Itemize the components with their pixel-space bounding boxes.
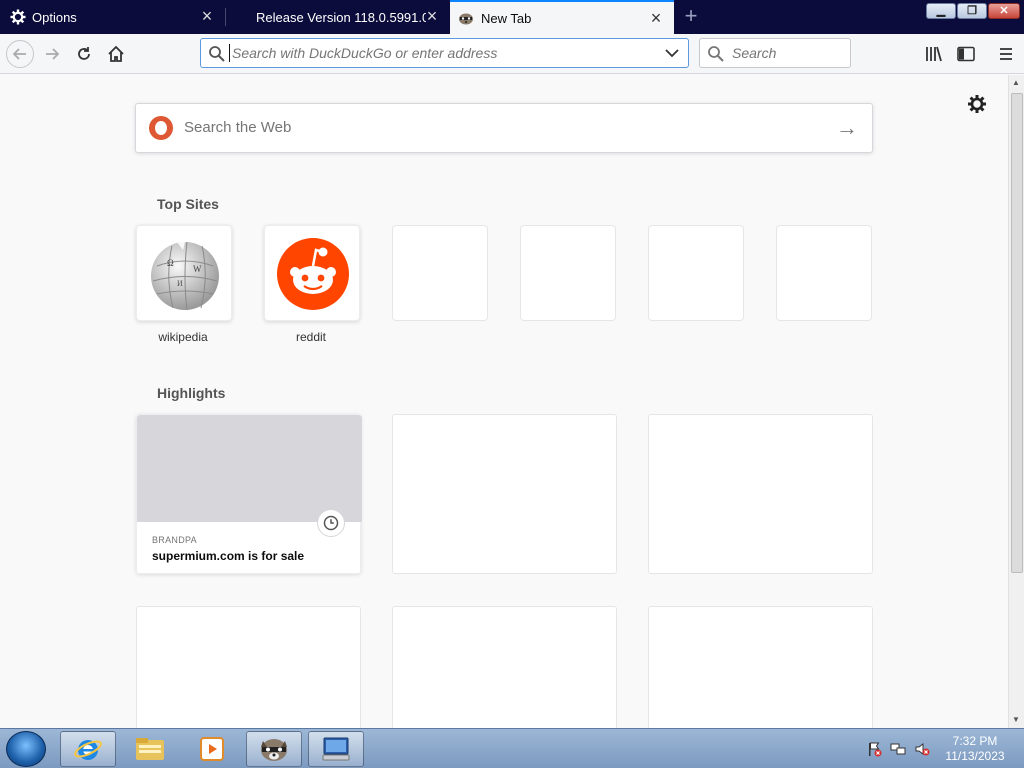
top-site-reddit[interactable] [264, 225, 360, 321]
tab-title: Options [32, 9, 77, 25]
search-bar[interactable] [699, 38, 851, 68]
highlight-card-empty [136, 606, 361, 728]
highlight-card-empty [648, 606, 873, 728]
clock-icon [317, 509, 345, 537]
reddit-icon [277, 238, 349, 310]
folder-icon [136, 738, 164, 760]
clock-time: 7:32 PM [952, 734, 998, 748]
gear-icon[interactable] [966, 93, 988, 115]
taskbar-remote-desktop[interactable] [308, 731, 364, 767]
address-bar[interactable] [200, 38, 689, 68]
tab-options[interactable]: Options × [0, 0, 225, 34]
top-site-wikipedia[interactable]: Ω W И [136, 225, 232, 321]
reload-button[interactable] [70, 40, 98, 68]
highlights-heading: Highlights [157, 385, 226, 401]
start-button[interactable] [6, 731, 46, 767]
search-input[interactable] [730, 44, 840, 62]
top-sites-heading: Top Sites [157, 196, 219, 212]
library-icon [926, 46, 942, 62]
tab-title: New Tab [481, 10, 532, 26]
sidebar-button[interactable] [952, 40, 980, 68]
top-site-empty [520, 225, 616, 321]
highlight-preview-image [137, 415, 362, 522]
search-icon [209, 46, 225, 62]
navigation-toolbar [0, 34, 1024, 74]
clock-date: 11/13/2023 [945, 749, 1005, 763]
home-button[interactable] [102, 40, 130, 68]
sidebar-icon [957, 46, 975, 62]
gear-icon [10, 9, 26, 25]
vertical-scrollbar[interactable]: ▲ ▼ [1008, 75, 1024, 728]
highlight-card[interactable]: BRANDPA supermium.com is for sale [136, 414, 362, 574]
highlight-card-empty [392, 606, 617, 728]
scroll-up-icon[interactable]: ▲ [1012, 78, 1020, 87]
taskbar-file-explorer[interactable] [122, 731, 178, 767]
media-player-icon [200, 737, 224, 761]
windows-taskbar: 7:32 PM 11/13/2023 [0, 728, 1024, 768]
forward-button[interactable] [38, 40, 66, 68]
wikipedia-globe-icon: Ω W И [151, 241, 219, 311]
network-icon[interactable] [890, 741, 906, 757]
taskbar-internet-explorer[interactable] [60, 731, 116, 767]
arrow-right-icon [46, 48, 60, 60]
arrow-right-icon[interactable]: → [836, 117, 858, 139]
tab-new-tab[interactable]: New Tab × [450, 0, 674, 34]
svg-text:И: И [177, 279, 183, 288]
web-search-input[interactable] [182, 118, 782, 137]
internet-explorer-icon [74, 740, 102, 760]
new-tab-page: → Top Sites Ω W И wikipedia reddi [0, 75, 1008, 728]
address-input[interactable] [229, 44, 649, 62]
reload-icon [78, 47, 90, 60]
search-icon [708, 46, 724, 62]
svg-text:W: W [193, 264, 202, 274]
system-clock[interactable]: 7:32 PM 11/13/2023 [940, 734, 1010, 764]
close-tab-icon[interactable]: × [199, 7, 215, 25]
action-center-flag-icon[interactable] [866, 741, 882, 757]
arrow-left-icon [12, 48, 26, 60]
top-site-empty [776, 225, 872, 321]
top-site-empty [392, 225, 488, 321]
top-site-label: reddit [295, 330, 327, 344]
taskbar-browser[interactable] [246, 731, 302, 767]
svg-text:Ω: Ω [167, 258, 174, 268]
highlight-card-empty [648, 414, 873, 574]
hamburger-menu-icon [1000, 48, 1012, 60]
back-button[interactable] [6, 40, 34, 68]
window-close-button[interactable]: ✕ [988, 3, 1020, 19]
window-restore-button[interactable]: ❐ [957, 3, 987, 19]
close-tab-icon[interactable]: × [648, 9, 664, 27]
highlight-title: supermium.com is for sale [152, 549, 305, 563]
raccoon-icon [261, 739, 287, 761]
highlight-source: BRANDPA [152, 535, 197, 545]
raccoon-icon [459, 13, 473, 25]
menu-button[interactable] [992, 40, 1020, 68]
chevron-down-icon[interactable] [664, 44, 680, 62]
new-tab-button[interactable]: + [680, 5, 702, 28]
window-minimize-button[interactable]: ▁ [926, 3, 956, 19]
home-icon [108, 45, 124, 62]
top-site-empty [648, 225, 744, 321]
duckduckgo-icon [149, 116, 173, 140]
highlight-card-empty [392, 414, 617, 574]
web-search-box[interactable]: → [135, 103, 873, 153]
tab-title: Release Version 118.0.5991.0 · w [256, 9, 426, 25]
volume-muted-icon[interactable] [914, 741, 930, 757]
taskbar-media-player[interactable] [184, 731, 240, 767]
scroll-down-icon[interactable]: ▼ [1012, 715, 1020, 724]
top-site-label: wikipedia [158, 330, 208, 344]
tab-release-version[interactable]: Release Version 118.0.5991.0 · w × [226, 0, 450, 34]
close-tab-icon[interactable]: × [424, 7, 440, 25]
scrollbar-thumb[interactable] [1011, 93, 1023, 573]
tab-strip: Options × Release Version 118.0.5991.0 ·… [0, 0, 1024, 34]
library-button[interactable] [920, 40, 948, 68]
remote-desktop-icon [322, 737, 350, 761]
